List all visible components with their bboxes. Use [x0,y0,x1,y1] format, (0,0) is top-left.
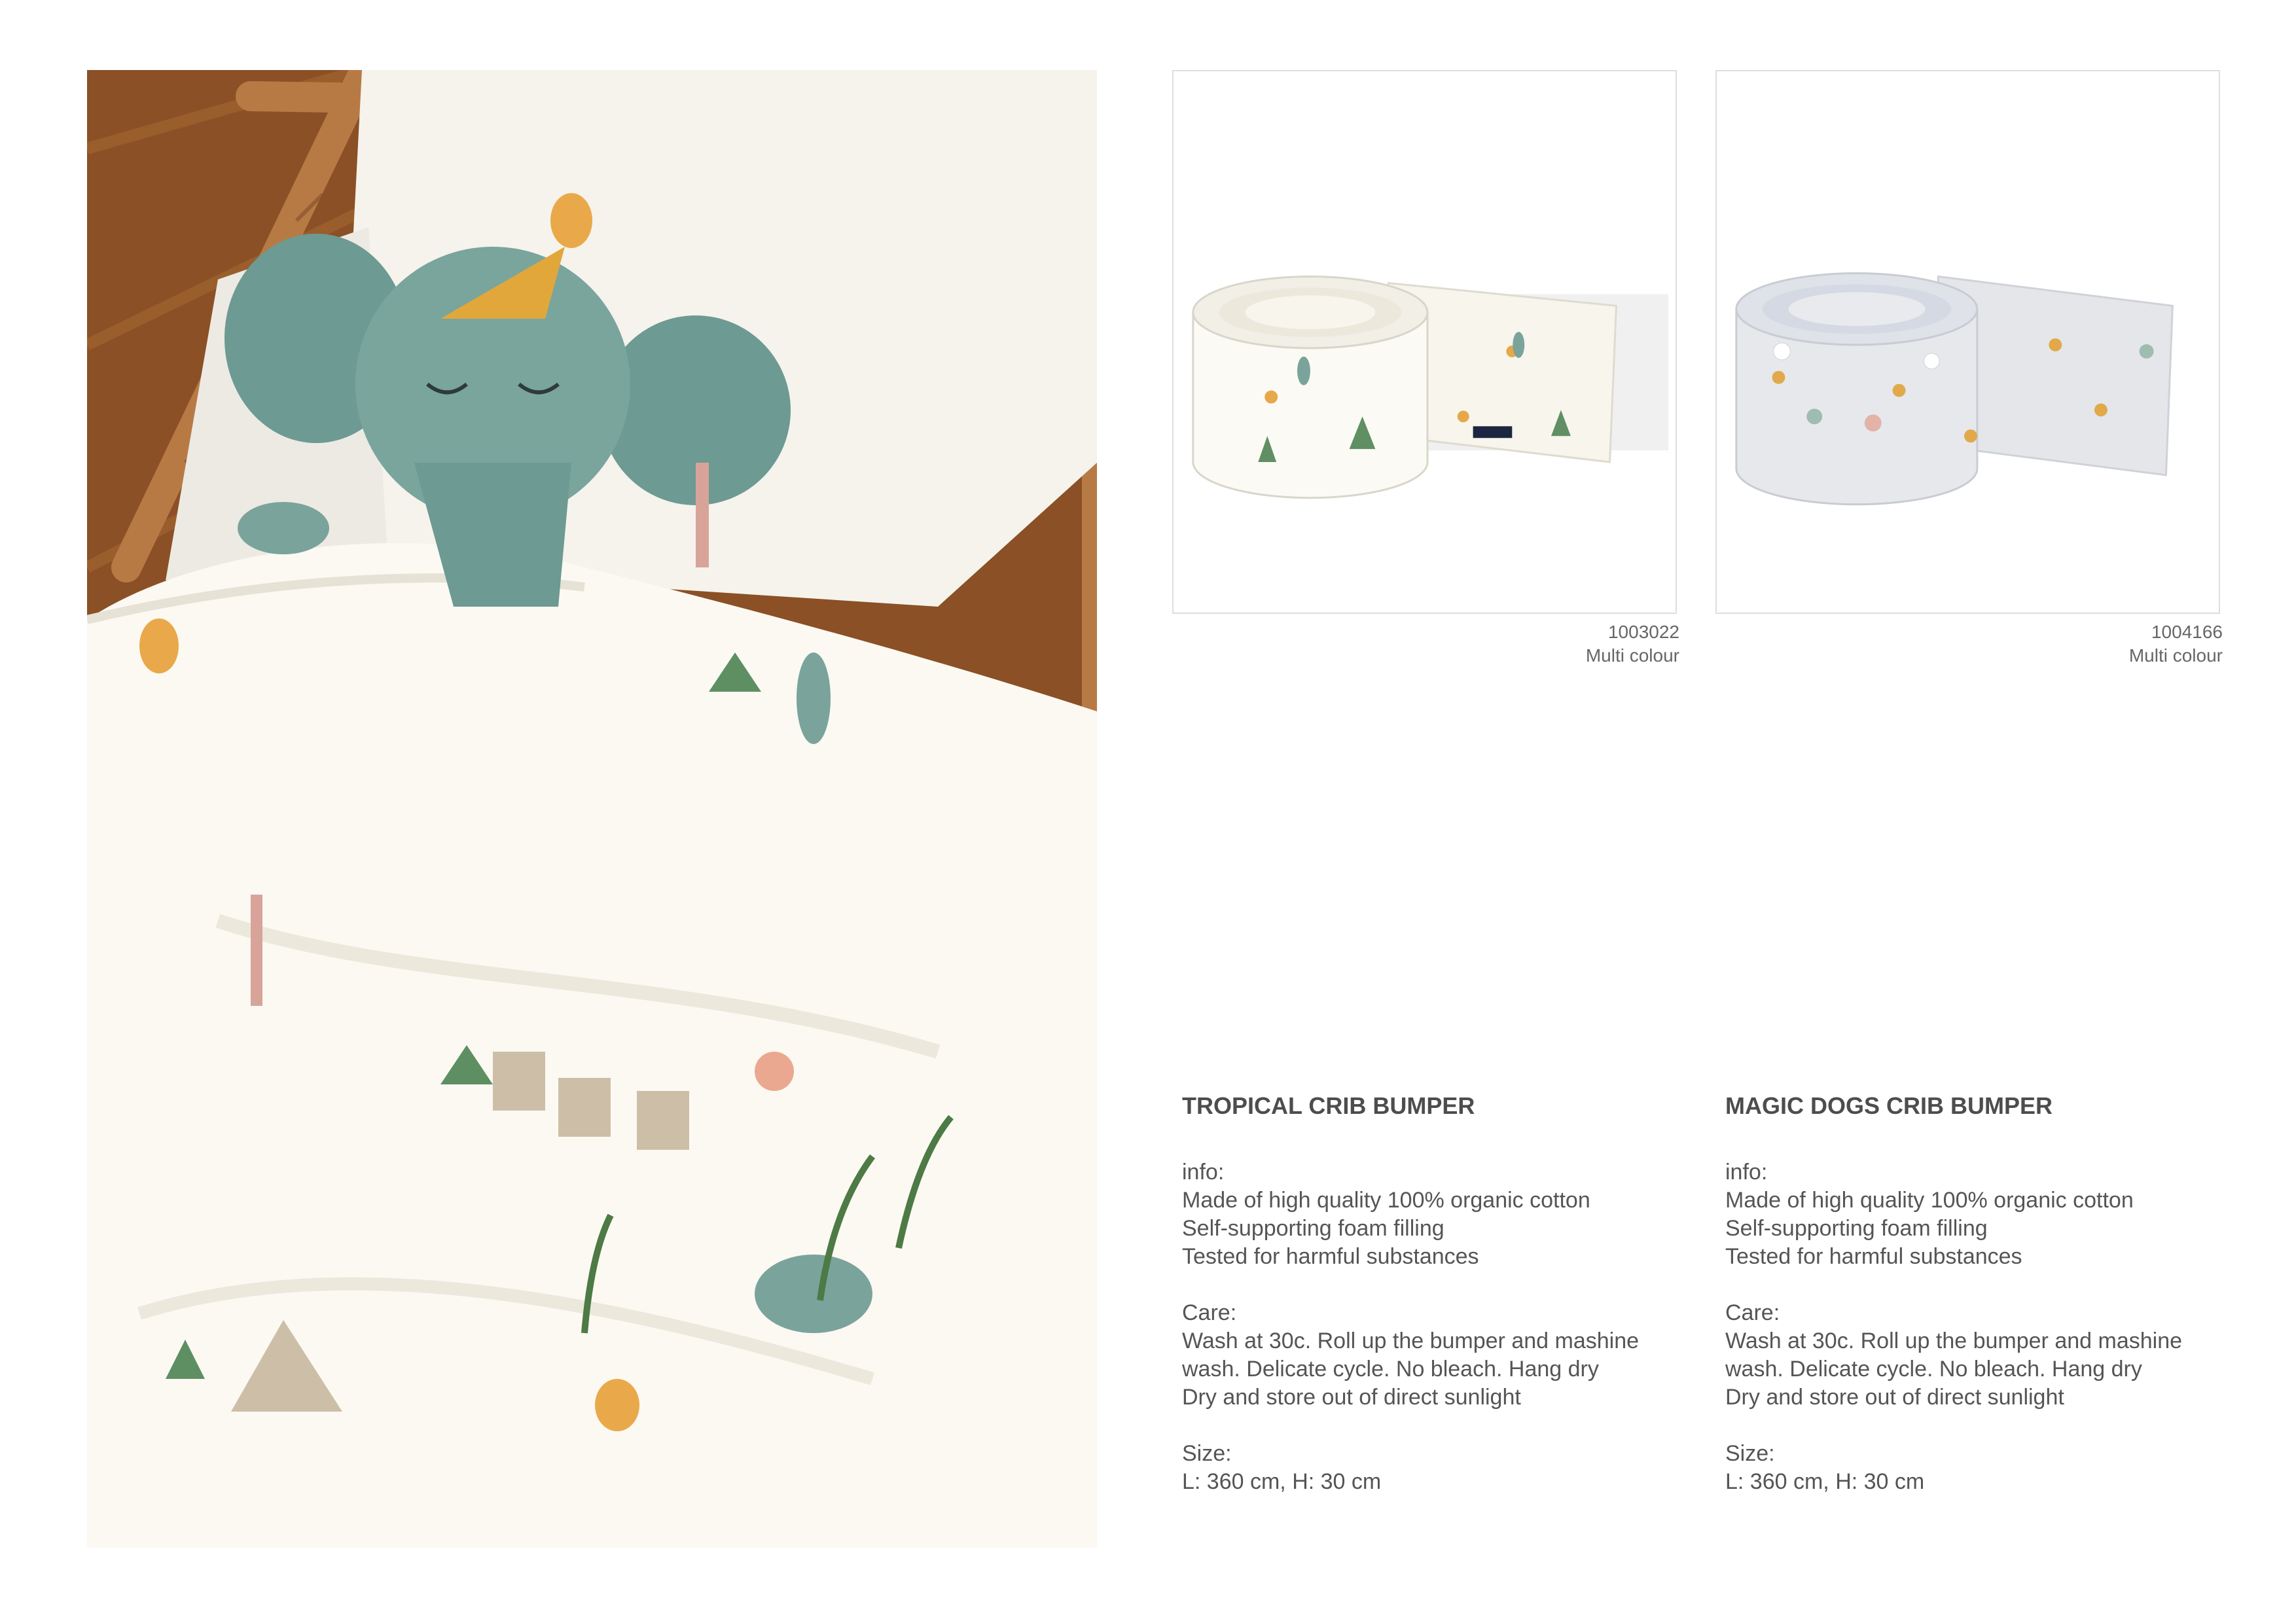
product-meta: 1003022 Multi colour [1169,620,1679,668]
product-colour: Multi colour [2128,645,2223,666]
info-heading: info: [1182,1160,1225,1185]
info-section: info: Made of high quality 100% organic … [1182,1158,1693,1271]
size-heading: Size: [1725,1441,1775,1466]
crib-bedding-photo [87,70,1097,1548]
product-title: MAGIC DOGS CRIB BUMPER [1725,1092,2053,1119]
care-line: Wash at 30c. Roll up the bumper and mash… [1182,1329,1640,1353]
info-line: Tested for harmful substances [1182,1244,1479,1269]
product-title: TROPICAL CRIB BUMPER [1182,1092,1475,1119]
size-value: L: 360 cm, H: 30 cm [1725,1469,1925,1494]
care-line: wash. Delicate cycle. No bleach. Hang dr… [1182,1357,1599,1382]
care-line: wash. Delicate cycle. No bleach. Hang dr… [1725,1357,2142,1382]
product-meta: 1004166 Multi colour [1712,620,2223,668]
size-heading: Size: [1182,1441,1232,1466]
product-sku: 1003022 [1607,622,1679,642]
info-line: Tested for harmful substances [1725,1244,2022,1269]
product-sku: 1004166 [2151,622,2223,642]
care-heading: Care: [1725,1300,1780,1325]
magic-dogs-bumper-image [1735,272,2174,506]
care-line: Wash at 30c. Roll up the bumper and mash… [1725,1329,2183,1353]
info-section: info: Made of high quality 100% organic … [1725,1158,2236,1271]
size-section: Size: L: 360 cm, H: 30 cm [1182,1440,1693,1496]
care-section: Care: Wash at 30c. Roll up the bumper an… [1725,1299,2236,1412]
info-heading: info: [1725,1160,1768,1185]
product-colour: Multi colour [1585,645,1679,666]
info-line: Made of high quality 100% organic cotton [1725,1188,2134,1213]
care-heading: Care: [1182,1300,1237,1325]
size-value: L: 360 cm, H: 30 cm [1182,1469,1382,1494]
info-line: Self-supporting foam filling [1725,1216,1988,1241]
care-section: Care: Wash at 30c. Roll up the bumper an… [1182,1299,1693,1412]
care-line: Dry and store out of direct sunlight [1182,1385,1521,1410]
product-image-card[interactable] [1715,70,2220,614]
info-line: Made of high quality 100% organic cotton [1182,1188,1590,1213]
product-description: TROPICAL CRIB BUMPER info: Made of high … [1182,1092,1693,1524]
care-line: Dry and store out of direct sunlight [1725,1385,2064,1410]
product-description: MAGIC DOGS CRIB BUMPER info: Made of hig… [1725,1092,2236,1524]
tropical-bumper-image [1192,276,1669,499]
size-section: Size: L: 360 cm, H: 30 cm [1725,1440,2236,1496]
product-image-card[interactable] [1172,70,1677,614]
info-line: Self-supporting foam filling [1182,1216,1444,1241]
